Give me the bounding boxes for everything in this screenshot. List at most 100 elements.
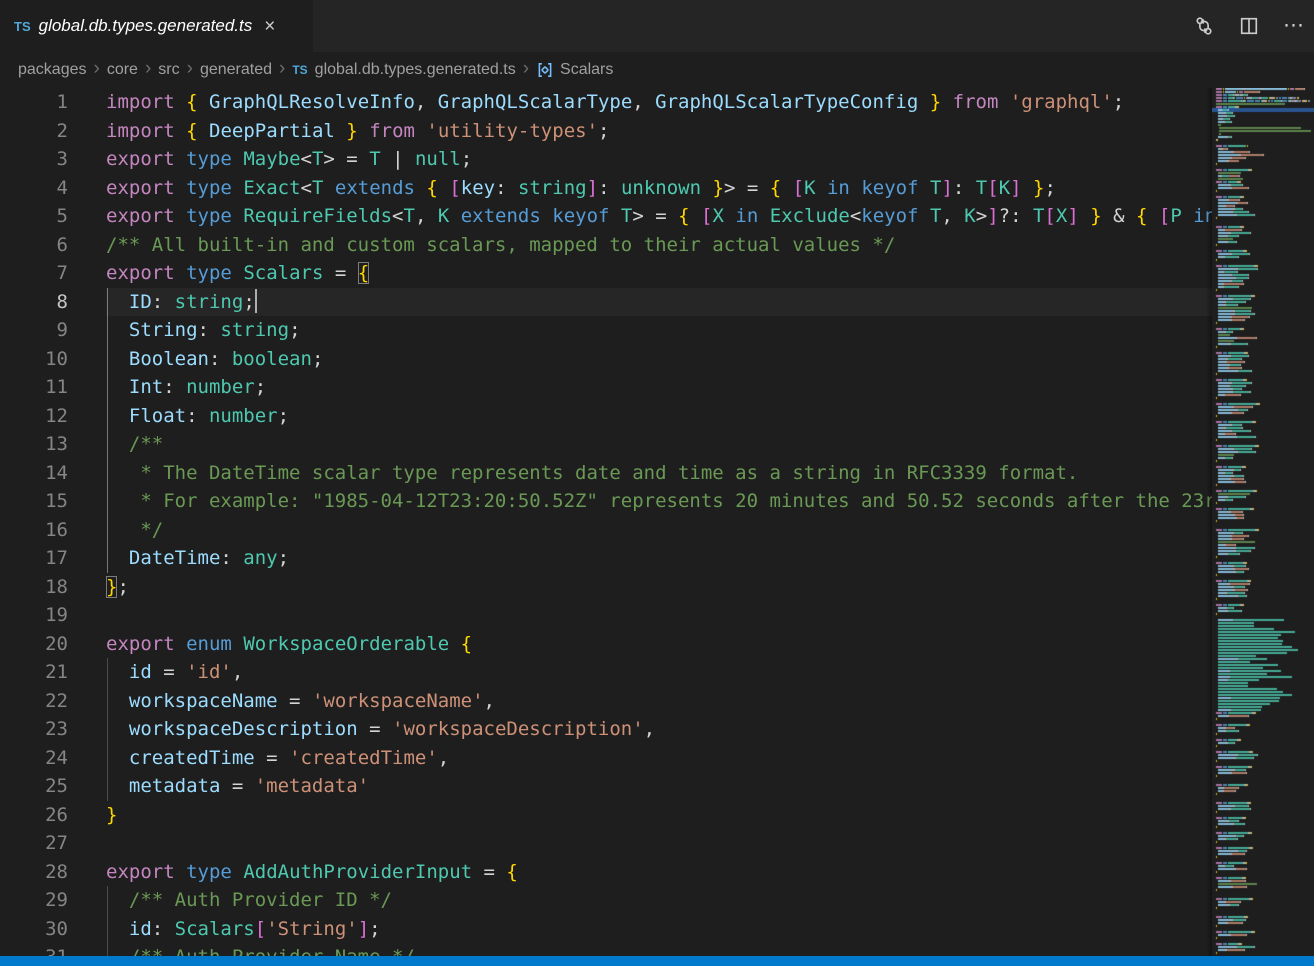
code-token: import <box>106 91 175 113</box>
code-token: WorkspaceOrderable <box>243 633 449 655</box>
breadcrumb-item-generated[interactable]: generated <box>200 61 272 79</box>
code-line[interactable]: } <box>106 801 1212 830</box>
code-token: from <box>369 120 415 142</box>
code-token: Int <box>129 376 163 398</box>
code-token: = <box>323 262 357 284</box>
code-line[interactable]: /** All built-in and custom scalars, map… <box>106 231 1212 260</box>
line-number: 8 <box>0 288 68 317</box>
code-line[interactable]: export enum WorkspaceOrderable { <box>106 630 1212 659</box>
code-line[interactable]: export type RequireFields<T, K extends k… <box>106 202 1212 231</box>
open-changes-icon[interactable] <box>1192 14 1216 38</box>
breadcrumb-item-global-db-types-generated-ts[interactable]: TSglobal.db.types.generated.ts <box>292 61 515 79</box>
code-line[interactable] <box>106 829 1212 858</box>
code-line[interactable]: * The DateTime scalar type represents da… <box>106 459 1212 488</box>
code-line[interactable]: }; <box>106 573 1212 602</box>
status-bar <box>0 956 1314 966</box>
code-line[interactable]: id: Scalars['String']; <box>106 915 1212 944</box>
tab-title: global.db.types.generated.ts <box>39 16 253 36</box>
code-line[interactable]: workspaceDescription = 'workspaceDescrip… <box>106 715 1212 744</box>
line-number: 6 <box>0 231 68 260</box>
code-token: 'utility-types' <box>426 120 598 142</box>
code-token <box>323 177 334 199</box>
breadcrumb-item-src[interactable]: src <box>158 61 179 79</box>
line-number: 17 <box>0 544 68 573</box>
code-line[interactable]: Float: number; <box>106 402 1212 431</box>
code-token: T <box>930 205 941 227</box>
code-line[interactable]: workspaceName = 'workspaceName', <box>106 687 1212 716</box>
code-line[interactable]: * For example: "1985-04-12T23:20:50.52Z"… <box>106 487 1212 516</box>
code-token <box>1182 205 1193 227</box>
code-line[interactable]: /** <box>106 430 1212 459</box>
code-editor[interactable]: 1234567891011121314151617181920212223242… <box>0 88 1212 956</box>
code-token: > = <box>724 177 770 199</box>
line-number: 26 <box>0 801 68 830</box>
code-token: 'createdTime' <box>289 747 438 769</box>
code-token: /** <box>129 433 163 455</box>
code-line[interactable]: export type Exact<T extends { [key: stri… <box>106 174 1212 203</box>
code-token: ; <box>598 120 609 142</box>
editor-tab[interactable]: TS global.db.types.generated.ts × <box>0 0 313 52</box>
code-token <box>998 91 1009 113</box>
code-lines[interactable]: import { GraphQLResolveInfo, GraphQLScal… <box>106 88 1212 956</box>
vscode-window: TS global.db.types.generated.ts × <box>0 0 1314 966</box>
code-token: any <box>243 547 277 569</box>
code-token: workspaceDescription <box>129 718 358 740</box>
code-token <box>415 120 426 142</box>
code-token: < <box>301 177 312 199</box>
code-token: string <box>175 291 244 313</box>
code-line[interactable]: /** Auth Provider Name */ <box>106 943 1212 956</box>
code-token: ; <box>278 405 289 427</box>
code-token: = <box>220 775 254 797</box>
code-line[interactable]: String: string; <box>106 316 1212 345</box>
code-token: { <box>186 120 197 142</box>
code-token: export <box>106 633 175 655</box>
code-token: : <box>220 547 243 569</box>
more-actions-icon[interactable]: ⋯ <box>1282 14 1306 38</box>
code-token: keyof <box>552 205 609 227</box>
code-line[interactable]: */ <box>106 516 1212 545</box>
code-token: GraphQLScalarTypeConfig <box>655 91 918 113</box>
code-token <box>758 205 769 227</box>
code-token <box>449 633 460 655</box>
code-line[interactable]: /** Auth Provider ID */ <box>106 886 1212 915</box>
code-line[interactable]: import { GraphQLResolveInfo, GraphQLScal… <box>106 88 1212 117</box>
code-token: [ <box>701 205 712 227</box>
code-token <box>449 205 460 227</box>
code-token: [ <box>1044 205 1055 227</box>
code-line[interactable]: import { DeepPartial } from 'utility-typ… <box>106 117 1212 146</box>
code-line[interactable]: ID: string; <box>106 288 1212 317</box>
code-line[interactable]: export type Scalars = { <box>106 259 1212 288</box>
code-token: /** Auth Provider ID */ <box>129 889 392 911</box>
code-token: in <box>827 177 850 199</box>
close-icon[interactable]: × <box>264 17 275 36</box>
code-line[interactable] <box>106 601 1212 630</box>
line-number: 27 <box>0 829 68 858</box>
code-line[interactable]: createdTime = 'createdTime', <box>106 744 1212 773</box>
breadcrumb-item-packages[interactable]: packages <box>18 61 87 79</box>
code-token: K <box>804 177 815 199</box>
code-token: { <box>426 177 437 199</box>
code-line[interactable]: metadata = 'metadata' <box>106 772 1212 801</box>
tab-bar: TS global.db.types.generated.ts × <box>0 0 1314 52</box>
code-token: | <box>381 148 415 170</box>
breadcrumb-item-scalars[interactable]: Scalars <box>536 61 613 79</box>
code-token <box>918 205 929 227</box>
code-line[interactable]: DateTime: any; <box>106 544 1212 573</box>
breadcrumb-label: packages <box>18 61 87 79</box>
code-token: : <box>495 177 518 199</box>
editor-actions: ⋯ <box>1192 0 1306 52</box>
code-line[interactable]: Boolean: boolean; <box>106 345 1212 374</box>
code-token: T <box>403 205 414 227</box>
line-number: 14 <box>0 459 68 488</box>
chevron-right-icon: › <box>187 61 193 77</box>
code-token <box>232 633 243 655</box>
code-line[interactable]: export type Maybe<T> = T | null; <box>106 145 1212 174</box>
breadcrumb-item-core[interactable]: core <box>107 61 138 79</box>
code-token: > <box>976 205 987 227</box>
minimap[interactable] <box>1212 88 1314 956</box>
code-token: String <box>129 319 198 341</box>
code-line[interactable]: Int: number; <box>106 373 1212 402</box>
code-line[interactable]: export type AddAuthProviderInput = { <box>106 858 1212 887</box>
split-editor-icon[interactable] <box>1237 14 1261 38</box>
code-line[interactable]: id = 'id', <box>106 658 1212 687</box>
